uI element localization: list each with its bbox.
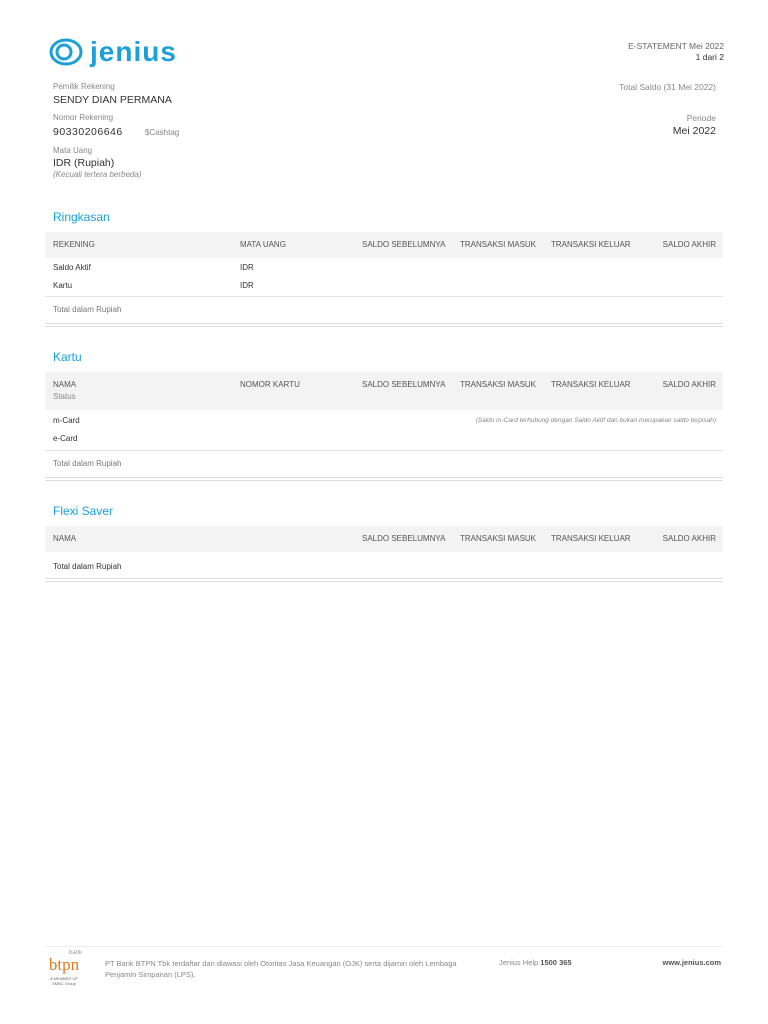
col-header: SALDO SEBELUMNYA bbox=[362, 240, 446, 249]
kartu-table-header: NAMA Status NOMOR KARTU SALDO SEBELUMNYA… bbox=[45, 372, 723, 410]
website-link[interactable]: www.jenius.com bbox=[663, 958, 721, 967]
col-header: SALDO SEBELUMNYA bbox=[362, 380, 446, 389]
divider bbox=[45, 323, 723, 327]
btpn-logo-sub: A MEMBER OF SMBC Group bbox=[50, 976, 78, 986]
row-name: e-Card bbox=[53, 434, 78, 443]
divider bbox=[45, 578, 723, 582]
help-label: Jenius Help bbox=[499, 958, 539, 967]
account-number: 90330206646 bbox=[53, 126, 123, 138]
divider bbox=[45, 296, 723, 297]
page-number: 1 dari 2 bbox=[695, 52, 724, 62]
section-title-kartu: Kartu bbox=[53, 350, 82, 364]
periode-label: Periode bbox=[686, 113, 716, 123]
currency-label: Mata Uang bbox=[53, 146, 93, 155]
help-contact: Jenius Help 1500 365 bbox=[499, 958, 572, 967]
col-header: REKENING bbox=[53, 240, 95, 249]
col-header: NAMA bbox=[53, 380, 77, 389]
col-subheader: Status bbox=[53, 392, 76, 401]
col-header: TRANSAKSI MASUK bbox=[460, 240, 537, 249]
total-label: Total dalam Rupiah bbox=[53, 459, 122, 468]
jenius-logo-icon bbox=[49, 38, 83, 66]
footer-disclaimer: PT Bank BTPN Tbk terdaftar dan diawasi o… bbox=[105, 959, 457, 979]
col-header: NAMA bbox=[53, 534, 77, 543]
footer-divider bbox=[45, 946, 723, 947]
col-header: MATA UANG bbox=[240, 240, 286, 249]
col-header: TRANSAKSI KELUAR bbox=[551, 240, 631, 249]
help-number: 1500 365 bbox=[540, 958, 572, 967]
owner-name: SENDY DIAN PERMANA bbox=[53, 94, 172, 106]
jenius-logo-text: Jenius bbox=[90, 36, 177, 67]
btpn-logo: bank btpn A MEMBER OF SMBC Group bbox=[46, 950, 82, 986]
jenius-logo: Jenius bbox=[48, 36, 177, 68]
col-header: SALDO AKHIR bbox=[662, 240, 716, 249]
divider bbox=[45, 477, 723, 481]
ringkasan-table-header: REKENING MATA UANG SALDO SEBELUMNYA TRAN… bbox=[45, 232, 723, 258]
divider bbox=[45, 450, 723, 451]
col-header: SALDO AKHIR bbox=[662, 380, 716, 389]
col-header: SALDO SEBELUMNYA bbox=[362, 534, 446, 543]
account-number-label: Nomor Rekening bbox=[53, 113, 114, 122]
statement-title: E-STATEMENT Mei 2022 bbox=[628, 41, 724, 51]
col-header: TRANSAKSI MASUK bbox=[460, 380, 537, 389]
row-name: Kartu bbox=[53, 281, 73, 290]
row-note: (Saldo m-Card terhubung dengan Saldo Akt… bbox=[475, 417, 716, 424]
row-currency: IDR bbox=[240, 263, 254, 272]
total-saldo-label: Total Saldo (31 Mei 2022) bbox=[619, 82, 716, 92]
row-name: m-Card bbox=[53, 416, 80, 425]
total-label: Total dalam Rupiah bbox=[53, 562, 122, 571]
row-name: Saldo Aktif bbox=[53, 263, 91, 272]
total-label: Total dalam Rupiah bbox=[53, 305, 122, 314]
periode-value: Mei 2022 bbox=[672, 125, 716, 137]
btpn-logo-text: btpn bbox=[48, 955, 80, 974]
owner-label: Pemilik Rekening bbox=[53, 82, 115, 91]
col-header: TRANSAKSI KELUAR bbox=[551, 534, 631, 543]
section-title-flexi-saver: Flexi Saver bbox=[53, 504, 114, 518]
col-header: TRANSAKSI KELUAR bbox=[551, 380, 631, 389]
row-currency: IDR bbox=[240, 281, 254, 290]
currency: IDR (Rupiah) bbox=[53, 157, 115, 169]
col-header: SALDO AKHIR bbox=[662, 534, 716, 543]
flexi-table-header: NAMA SALDO SEBELUMNYA TRANSAKSI MASUK TR… bbox=[45, 526, 723, 552]
col-header: TRANSAKSI MASUK bbox=[460, 534, 537, 543]
section-title-ringkasan: Ringkasan bbox=[53, 210, 110, 224]
currency-note: (Kecuali tertera berbeda) bbox=[53, 170, 142, 179]
col-header: NOMOR KARTU bbox=[240, 380, 300, 389]
cashtag: $Cashtag bbox=[145, 128, 180, 137]
